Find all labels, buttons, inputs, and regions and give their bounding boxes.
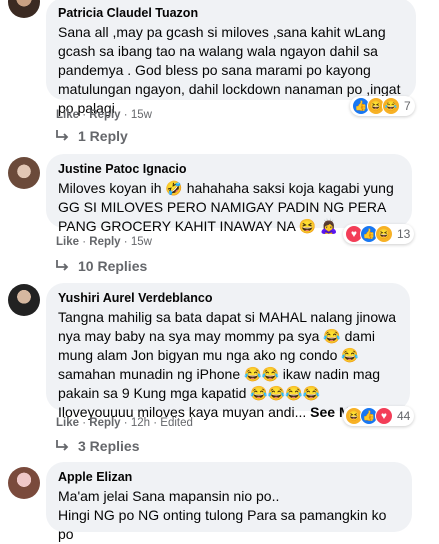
haha-reaction-icon: 😆	[375, 225, 393, 243]
reply-arrow-icon	[56, 130, 69, 141]
love-reaction-icon: ♥	[375, 407, 393, 425]
comment-bubble: Patricia Claudel Tuazon Sana all ,may pa…	[46, 0, 416, 116]
reply-link[interactable]: Reply	[89, 236, 120, 248]
commenter-name[interactable]: Justine Patoc Ignacio	[58, 162, 400, 177]
timestamp[interactable]: 15w	[131, 236, 152, 248]
reaction-summary[interactable]: 😆 👍 ♥ 44	[343, 406, 415, 426]
replies-count: 1 Reply	[78, 128, 128, 144]
reply-arrow-icon	[56, 260, 69, 271]
comment-actions: Like · Reply · 15w	[56, 236, 152, 248]
comment-actions: Like · Reply · 15w	[56, 109, 152, 121]
commenter-name[interactable]: Apple Elizan	[58, 470, 400, 485]
edited-label: Edited	[160, 417, 193, 429]
reaction-summary[interactable]: ♥ 👍 😆 13	[343, 224, 415, 244]
separator: ·	[123, 236, 128, 248]
avatar[interactable]	[8, 0, 40, 18]
comment-bubble: Apple Elizan Ma'am jelai Sana mapansin n…	[46, 462, 412, 542]
reaction-count: 7	[404, 99, 411, 113]
timestamp[interactable]: 12h	[131, 417, 150, 429]
avatar[interactable]	[8, 157, 40, 189]
view-replies-link[interactable]: 10 Replies	[56, 258, 147, 274]
timestamp[interactable]: 15w	[131, 109, 152, 121]
comment-bubble: Yushiri Aurel Verdeblanco Tangna mahilig…	[46, 283, 410, 420]
separator: ·	[82, 417, 87, 429]
separator: ·	[82, 236, 87, 248]
separator: ·	[123, 109, 128, 121]
replies-count: 3 Replies	[78, 438, 140, 454]
separator: ·	[123, 417, 128, 429]
reaction-count: 13	[397, 227, 411, 241]
like-link[interactable]: Like	[56, 417, 79, 429]
reply-link[interactable]: Reply	[89, 109, 120, 121]
reaction-summary[interactable]: 👍 😆 😂 7	[350, 96, 415, 116]
separator: ·	[82, 109, 87, 121]
view-replies-link[interactable]: 3 Replies	[56, 438, 139, 454]
reply-arrow-icon	[56, 440, 69, 451]
reply-link[interactable]: Reply	[89, 417, 120, 429]
reaction-count: 44	[397, 409, 411, 423]
comment-bubble: Justine Patoc Ignacio Miloves koyan ih 🤣…	[46, 154, 412, 234]
comment-text-wrap: Tangna mahilig sa bata dapat si MAHAL na…	[58, 308, 398, 422]
haha-reaction-icon: 😂	[382, 97, 400, 115]
like-link[interactable]: Like	[56, 236, 79, 248]
like-link[interactable]: Like	[56, 109, 79, 121]
avatar[interactable]	[8, 284, 40, 316]
comment-text: Ma'am jelai Sana mapansin nio po.. Hingi…	[58, 488, 387, 542]
commenter-name[interactable]: Yushiri Aurel Verdeblanco	[58, 291, 398, 306]
separator: ·	[153, 417, 158, 429]
commenter-name[interactable]: Patricia Claudel Tuazon	[58, 6, 404, 21]
comment-actions: Like · Reply · 12h · Edited	[56, 417, 193, 429]
replies-count: 10 Replies	[78, 258, 148, 274]
view-replies-link[interactable]: 1 Reply	[56, 128, 128, 144]
avatar[interactable]	[8, 467, 40, 499]
